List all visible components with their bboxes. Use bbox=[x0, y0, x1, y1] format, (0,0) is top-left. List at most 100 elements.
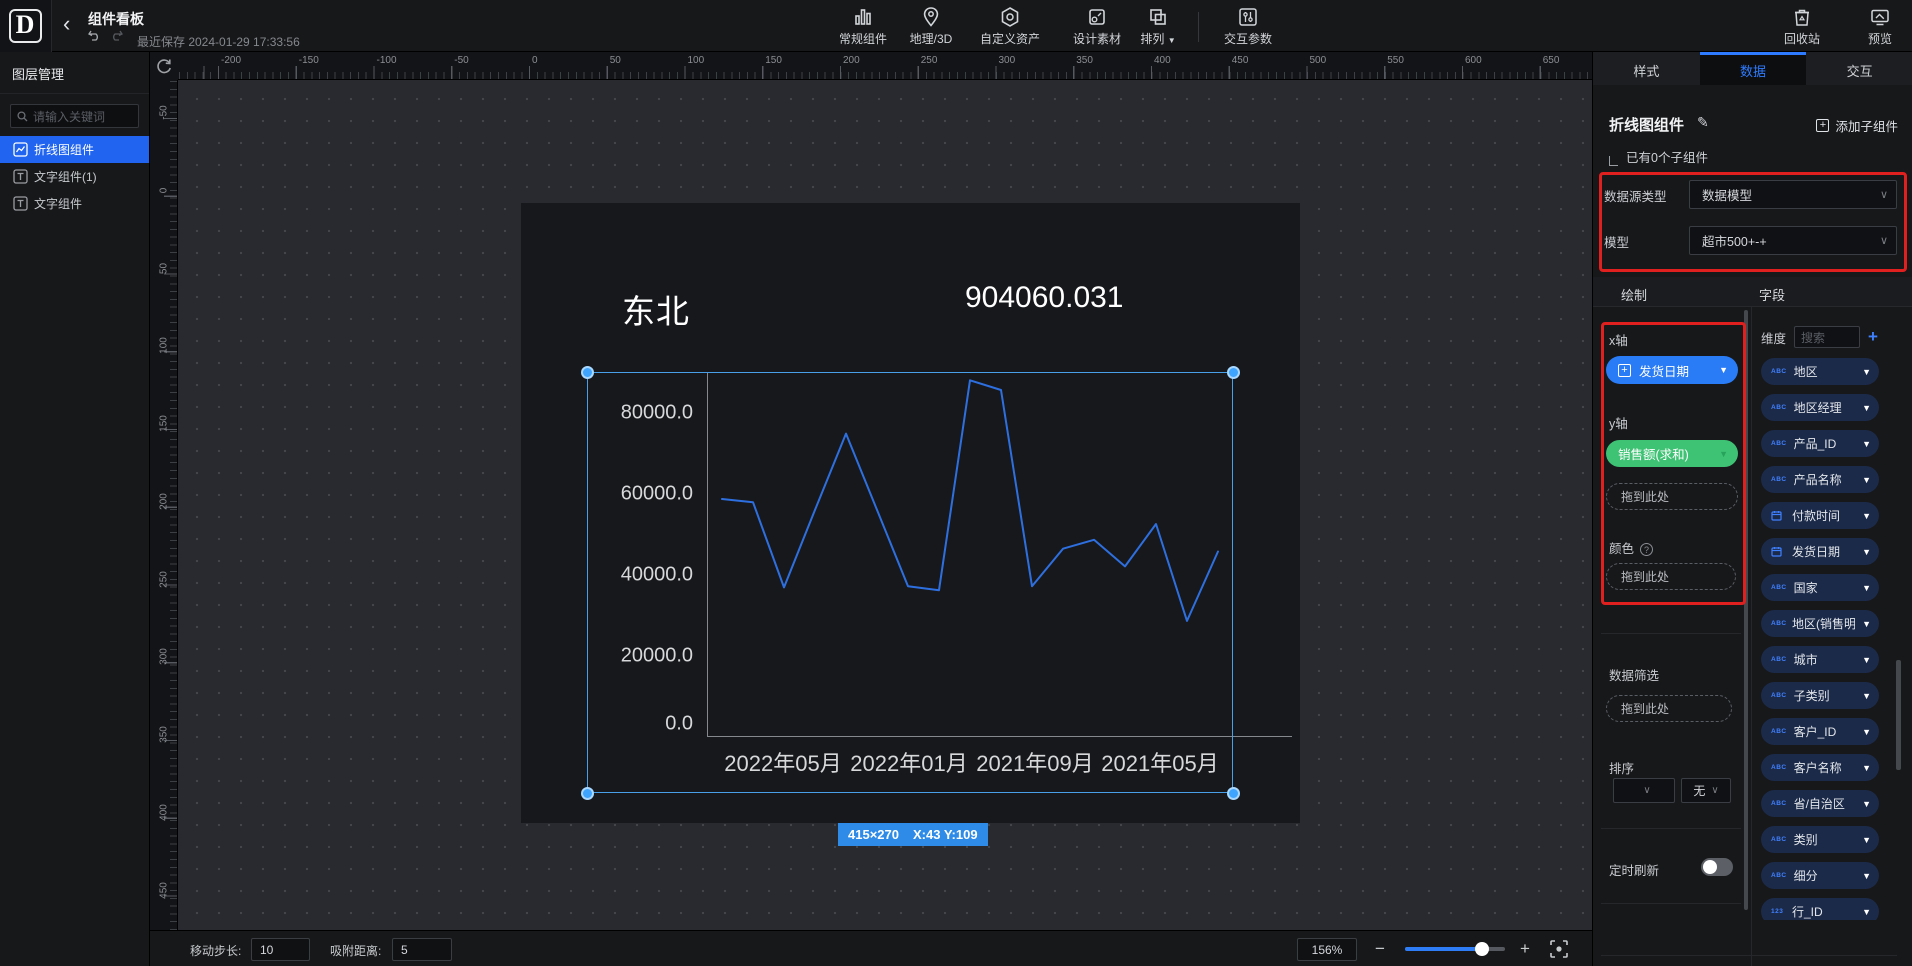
field-pill-付款时间[interactable]: 付款时间▼ bbox=[1761, 502, 1879, 529]
field-pill-类别[interactable]: ABC类别▼ bbox=[1761, 826, 1879, 853]
sliders-icon bbox=[1237, 6, 1259, 28]
zoom-slider-knob[interactable] bbox=[1475, 942, 1489, 956]
draw-column-scrollbar[interactable] bbox=[1744, 310, 1748, 910]
caret-down-icon: ▼ bbox=[1168, 36, 1176, 45]
h-ruler-tick-label: 150 bbox=[765, 55, 782, 66]
selection-size-badge: 415×270 X:43 Y:109 bbox=[838, 823, 988, 846]
layer-search-input[interactable]: 请输入关键词 bbox=[10, 104, 139, 128]
refresh-icon[interactable] bbox=[155, 57, 173, 75]
h-ruler-tick-label: -100 bbox=[377, 55, 397, 66]
toolbar-item-常规组件[interactable]: 常规组件 bbox=[827, 6, 899, 47]
layer-panel-title: 图层管理 bbox=[0, 52, 149, 94]
toolbar-item-label: 常规组件 bbox=[839, 30, 887, 47]
text-type-icon: ABC bbox=[1771, 368, 1787, 375]
field-pill-地区[interactable]: ABC地区▼ bbox=[1761, 358, 1879, 385]
zoom-percent-input[interactable]: 156% bbox=[1297, 938, 1357, 961]
chevron-down-icon: ▼ bbox=[1862, 691, 1871, 701]
field-name: 客户名称 bbox=[1794, 759, 1842, 776]
field-pill-国家[interactable]: ABC国家▼ bbox=[1761, 574, 1879, 601]
sort-order-select[interactable]: 无∨ bbox=[1681, 778, 1731, 803]
toolbar-action-回收站[interactable]: 回收站 bbox=[1766, 6, 1838, 47]
snap-distance-input[interactable]: 5 bbox=[392, 938, 452, 961]
move-step-input[interactable]: 10 bbox=[251, 938, 310, 961]
fit-view-icon[interactable] bbox=[1548, 938, 1570, 960]
v-ruler-tick-label: 400 bbox=[159, 799, 170, 825]
field-pill-发货日期[interactable]: 发货日期▼ bbox=[1761, 538, 1879, 565]
help-icon[interactable]: ? bbox=[1640, 543, 1653, 556]
v-ruler-tick-label: 250 bbox=[159, 566, 170, 592]
field-pill-地区(销售明...[interactable]: ABC地区(销售明...▼ bbox=[1761, 610, 1879, 637]
field-pill-子类别[interactable]: ABC子类别▼ bbox=[1761, 682, 1879, 709]
model-select[interactable]: 超市500+-+∨ bbox=[1689, 226, 1897, 255]
field-search-input[interactable]: 搜索 bbox=[1794, 326, 1860, 348]
toolbar-action-预览[interactable]: 预览 bbox=[1844, 6, 1912, 47]
field-name: 国家 bbox=[1794, 579, 1818, 596]
h-ruler-tick-label: 550 bbox=[1387, 55, 1404, 66]
field-pill-客户_ID[interactable]: ABC客户_ID▼ bbox=[1761, 718, 1879, 745]
field-name: 发货日期 bbox=[1792, 543, 1840, 560]
field-name: 类别 bbox=[1794, 831, 1818, 848]
layer-item-文字组件[interactable]: 文字组件 bbox=[0, 190, 149, 217]
auto-refresh-toggle[interactable] bbox=[1701, 858, 1733, 876]
field-pill-省/自治区[interactable]: ABC省/自治区▼ bbox=[1761, 790, 1879, 817]
dimension-label: 维度 bbox=[1761, 328, 1786, 347]
x-axis-field-pill[interactable]: + 发货日期 ▼ bbox=[1606, 356, 1738, 384]
back-icon[interactable]: ‹ bbox=[63, 13, 70, 35]
v-ruler-tick-label: -50 bbox=[159, 100, 170, 126]
color-drop-zone[interactable]: 拖到此处 bbox=[1606, 563, 1736, 590]
selection-handle-top-left[interactable] bbox=[581, 366, 594, 379]
sort-label: 排序 bbox=[1609, 758, 1634, 777]
map-pin-icon bbox=[920, 6, 942, 28]
tab-样式[interactable]: 样式 bbox=[1593, 52, 1700, 85]
field-pill-行_ID[interactable]: 123行_ID▼ bbox=[1761, 898, 1879, 920]
text-type-icon: ABC bbox=[1771, 620, 1785, 627]
filter-drop-zone[interactable]: 拖到此处 bbox=[1606, 695, 1732, 722]
field-pill-细分[interactable]: ABC细分▼ bbox=[1761, 862, 1879, 889]
field-pill-产品_ID[interactable]: ABC产品_ID▼ bbox=[1761, 430, 1879, 457]
zoom-slider[interactable] bbox=[1405, 947, 1505, 951]
layer-item-折线图组件[interactable]: 折线图组件 bbox=[0, 136, 149, 163]
text-component-value[interactable]: 904060.031 bbox=[965, 281, 1124, 315]
field-pill-产品名称[interactable]: ABC产品名称▼ bbox=[1761, 466, 1879, 493]
datasource-type-select[interactable]: 数据模型∨ bbox=[1689, 180, 1897, 209]
h-ruler-tick-label: 100 bbox=[688, 55, 705, 66]
field-name: 行_ID bbox=[1792, 903, 1823, 920]
y-axis-drop-zone[interactable]: 拖到此处 bbox=[1606, 483, 1738, 510]
zoom-in-button[interactable]: + bbox=[1520, 938, 1530, 960]
chart-bars-icon bbox=[852, 6, 874, 28]
toolbar-item-自定义资产[interactable]: 自定义资产 bbox=[974, 6, 1046, 47]
rename-icon[interactable]: ✎ bbox=[1697, 114, 1709, 131]
field-pill-城市[interactable]: ABC城市▼ bbox=[1761, 646, 1879, 673]
selection-handle-bottom-left[interactable] bbox=[581, 787, 594, 800]
y-axis-field-pill[interactable]: 销售额(求和) ▼ bbox=[1606, 440, 1738, 467]
tab-数据[interactable]: 数据 bbox=[1700, 52, 1807, 85]
add-field-button[interactable]: + bbox=[1868, 327, 1878, 347]
field-pill-地区经理[interactable]: ABC地区经理▼ bbox=[1761, 394, 1879, 421]
move-step-label: 移动步长: bbox=[190, 942, 241, 959]
field-pill-客户名称[interactable]: ABC客户名称▼ bbox=[1761, 754, 1879, 781]
fields-scrollbar[interactable] bbox=[1896, 660, 1901, 770]
app-logo[interactable]: D bbox=[0, 0, 52, 52]
add-subcomponent-button[interactable]: + 添加子组件 bbox=[1816, 116, 1898, 135]
redo-icon[interactable] bbox=[110, 30, 123, 41]
selection-handle-bottom-right[interactable] bbox=[1227, 787, 1240, 800]
field-name: 城市 bbox=[1794, 651, 1818, 668]
selection-rectangle[interactable] bbox=[587, 372, 1233, 793]
toolbar-item-排列[interactable]: 排列 ▼ bbox=[1122, 6, 1194, 47]
plus-square-icon: + bbox=[1816, 119, 1829, 132]
layer-item-文字组件(1)[interactable]: 文字组件(1) bbox=[0, 163, 149, 190]
undo-icon[interactable] bbox=[88, 30, 101, 41]
text-type-icon: ABC bbox=[1771, 440, 1787, 447]
selection-handle-top-right[interactable] bbox=[1227, 366, 1240, 379]
layer-item-label: 文字组件 bbox=[34, 195, 82, 212]
zoom-out-button[interactable]: − bbox=[1375, 938, 1385, 960]
text-component-region[interactable]: 东北 bbox=[622, 285, 690, 333]
sort-field-select[interactable]: ∨ bbox=[1613, 778, 1675, 803]
chevron-down-icon: ▼ bbox=[1862, 511, 1871, 521]
toolbar-item-交互参数[interactable]: 交互参数 bbox=[1212, 6, 1284, 47]
toolbar-item-地理/3D[interactable]: 地理/3D bbox=[895, 6, 967, 47]
tab-交互[interactable]: 交互 bbox=[1806, 52, 1912, 85]
v-ruler-tick-label: 350 bbox=[159, 722, 170, 748]
design-canvas[interactable]: -200-150-100-500501001502002503003504004… bbox=[150, 52, 1592, 966]
layer-item-label: 文字组件(1) bbox=[34, 168, 97, 185]
